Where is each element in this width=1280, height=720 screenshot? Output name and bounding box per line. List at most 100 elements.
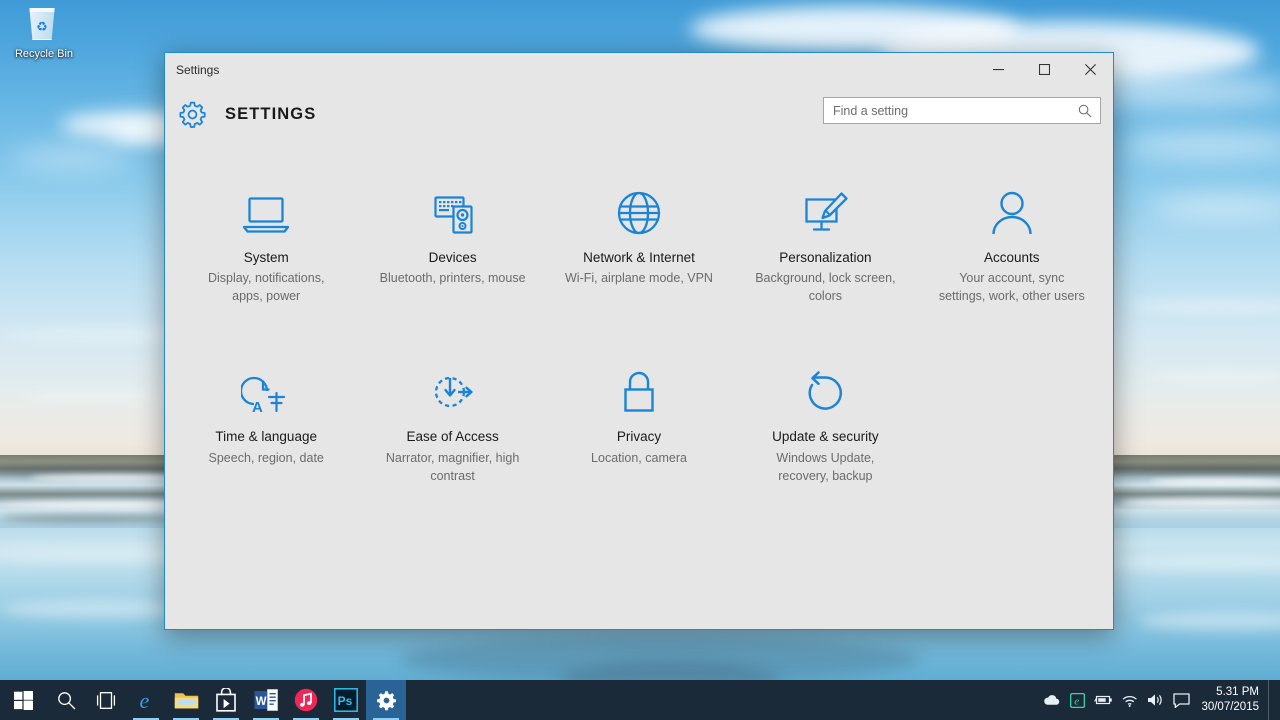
speaker-icon [1147, 693, 1164, 707]
tile-privacy[interactable]: Privacy Location, camera [546, 363, 732, 484]
clock-time: 5.31 PM [1216, 685, 1259, 700]
folder-icon [174, 690, 199, 711]
window-title-bar[interactable]: Settings [165, 53, 1113, 86]
gear-icon [179, 101, 206, 128]
svg-text:e: e [1074, 695, 1079, 707]
svg-text:e: e [139, 688, 149, 713]
close-button[interactable] [1067, 53, 1113, 86]
tile-description: Speech, region, date [209, 449, 324, 467]
maximize-button[interactable] [1021, 53, 1067, 86]
onedrive-tray-icon[interactable] [1038, 680, 1064, 720]
taskbar[interactable]: e [0, 680, 1280, 720]
svg-text:A: A [252, 399, 263, 415]
minimize-icon [993, 64, 1004, 75]
clock-date: 30/07/2015 [1201, 700, 1259, 715]
search-icon [1074, 104, 1096, 118]
tile-update-security[interactable]: Update & security Windows Update, recove… [732, 363, 918, 484]
gear-icon [376, 690, 397, 711]
tile-title: Ease of Access [406, 428, 498, 446]
action-center-tray-icon[interactable] [1168, 680, 1194, 720]
photoshop-button[interactable]: Ps [326, 680, 366, 720]
tile-time-language[interactable]: A Time & language Speech, region, date [173, 363, 359, 484]
window-title: Settings [176, 63, 219, 77]
desktop[interactable]: ♻ Recycle Bin Settings [0, 0, 1280, 720]
store-button[interactable] [206, 680, 246, 720]
task-view-icon [95, 692, 117, 709]
word-icon: W [254, 688, 278, 712]
cloud-streak [20, 392, 160, 400]
maximize-icon [1039, 64, 1050, 75]
cloud [12, 150, 132, 166]
tile-title: Accounts [984, 249, 1040, 267]
battery-tray-icon[interactable] [1090, 680, 1116, 720]
tile-personalization[interactable]: Personalization Background, lock screen,… [732, 184, 918, 305]
window-controls [975, 53, 1113, 86]
laptop-icon [240, 184, 292, 236]
show-desktop-button[interactable] [1268, 680, 1274, 720]
svg-text:Ps: Ps [338, 694, 353, 708]
tile-description: Background, lock screen, colors [750, 269, 900, 305]
tile-description: Your account, sync settings, work, other… [937, 269, 1087, 305]
tile-ease-of-access[interactable]: Ease of Access Narrator, magnifier, high… [359, 363, 545, 484]
tile-description: Windows Update, recovery, backup [750, 449, 900, 485]
tile-title: System [244, 249, 289, 267]
itunes-button[interactable] [286, 680, 326, 720]
recycle-bin-desktop-icon[interactable]: ♻ Recycle Bin [8, 8, 80, 70]
tile-network-internet[interactable]: Network & Internet Wi-Fi, airplane mode,… [546, 184, 732, 305]
file-explorer-button[interactable] [166, 680, 206, 720]
photoshop-icon: Ps [334, 688, 358, 712]
tile-system[interactable]: System Display, notifications, apps, pow… [173, 184, 359, 305]
start-button[interactable] [0, 680, 46, 720]
task-view-button[interactable] [86, 680, 126, 720]
tile-accounts[interactable]: Accounts Your account, sync settings, wo… [919, 184, 1105, 305]
speech-bubble-icon [1173, 693, 1190, 708]
tile-description: Bluetooth, printers, mouse [380, 269, 526, 287]
recycle-bin-label: Recycle Bin [15, 48, 73, 60]
settings-taskbar-button[interactable] [366, 680, 406, 720]
volume-tray-icon[interactable] [1142, 680, 1168, 720]
globe-icon [616, 184, 662, 236]
person-icon [990, 184, 1034, 236]
search-box[interactable] [823, 97, 1101, 124]
tile-title: Network & Internet [583, 249, 695, 267]
monitor-brush-icon [800, 184, 850, 236]
battery-icon [1094, 694, 1113, 706]
tile-title: Time & language [215, 428, 317, 446]
close-icon [1085, 64, 1096, 75]
windows-logo-icon [14, 691, 33, 710]
edge-badge-icon: e [1070, 693, 1085, 708]
wifi-icon [1121, 694, 1138, 707]
svg-text:W: W [256, 696, 267, 708]
recycle-bin-icon: ♻ [27, 8, 61, 44]
minimize-button[interactable] [975, 53, 1021, 86]
settings-window[interactable]: Settings [164, 52, 1114, 630]
search-button[interactable] [46, 680, 86, 720]
store-bag-icon [215, 688, 237, 712]
taskbar-clock[interactable]: 5.31 PM 30/07/2015 [1194, 680, 1268, 720]
ease-of-access-icon [428, 363, 478, 415]
keyboard-device-icon [427, 184, 479, 236]
tile-description: Wi-Fi, airplane mode, VPN [565, 269, 713, 287]
tile-description: Display, notifications, apps, power [191, 269, 341, 305]
cloud-icon [1043, 694, 1060, 706]
clock-language-icon: A [241, 363, 291, 415]
tile-title: Personalization [779, 249, 871, 267]
search-icon [57, 691, 76, 710]
tile-title: Devices [429, 249, 477, 267]
edge-tray-icon[interactable]: e [1064, 680, 1090, 720]
settings-tile-grid: System Display, notifications, apps, pow… [165, 184, 1113, 485]
wifi-tray-icon[interactable] [1116, 680, 1142, 720]
page-title: SETTINGS [225, 105, 316, 124]
refresh-icon [801, 363, 849, 415]
search-input[interactable] [824, 98, 1074, 123]
edge-button[interactable]: e [126, 680, 166, 720]
edge-icon: e [134, 688, 159, 713]
itunes-icon [294, 688, 318, 712]
word-button[interactable]: W [246, 680, 286, 720]
tile-devices[interactable]: Devices Bluetooth, printers, mouse [359, 184, 545, 305]
wave [1150, 478, 1280, 485]
lock-icon [617, 363, 661, 415]
settings-header: SETTINGS [165, 86, 1113, 142]
tile-description: Location, camera [591, 449, 687, 467]
tile-description: Narrator, magnifier, high contrast [378, 449, 528, 485]
